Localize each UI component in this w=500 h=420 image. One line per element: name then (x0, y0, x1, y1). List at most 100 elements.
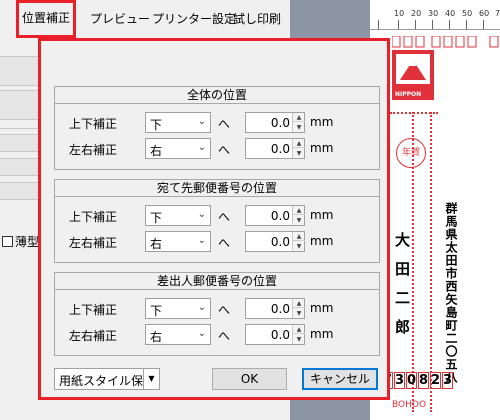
unit-label: mm (310, 234, 334, 248)
left-panel-button[interactable] (0, 90, 40, 120)
spin-down-icon[interactable]: ▼ (293, 123, 305, 132)
ruler-number: 40 (445, 9, 456, 18)
chevron-down-icon: ⌄ (197, 302, 206, 313)
spin-down-icon[interactable]: ▼ (293, 216, 305, 225)
unit-label: mm (310, 141, 334, 155)
row-label: 上下補正 (69, 117, 118, 131)
vertical-correction-row: 上下補正 下 ⌄ へ 0.0 ▲ ▼ mm (55, 204, 381, 228)
dropdown-arrow-icon[interactable]: ▼ (143, 369, 159, 389)
ruler-number: 70 (495, 9, 500, 18)
offset-spinbox[interactable]: 0.0 ▲ ▼ (245, 138, 305, 159)
chevron-down-icon: ⌄ (197, 142, 206, 153)
offset-value: 0.0 (270, 328, 290, 342)
spin-up-icon[interactable]: ▲ (293, 325, 305, 334)
nenga-mark: 年賀 (396, 138, 426, 168)
overall-position-group: 全体の位置 上下補正 下 ⌄ へ 0.0 ▲ ▼ mm 左右補正 右 ⌄ へ 0… (54, 86, 380, 170)
ruler-tick (483, 20, 484, 29)
ok-button[interactable]: OK (212, 368, 287, 390)
direction-select[interactable]: 下 ⌄ (145, 112, 211, 133)
group-title: 全体の位置 (54, 86, 380, 104)
zip-digit: 3 (442, 372, 454, 389)
direction-select[interactable]: 右 ⌄ (145, 231, 211, 252)
ruler-tick (415, 20, 416, 29)
chevron-down-icon: ⌄ (197, 209, 206, 220)
spin-up-icon[interactable]: ▲ (293, 139, 305, 148)
left-panel-button[interactable] (0, 134, 40, 152)
position-correction-dialog: 全体の位置 上下補正 下 ⌄ へ 0.0 ▲ ▼ mm 左右補正 右 ⌄ へ 0… (38, 38, 390, 400)
direction-value: 右 (150, 330, 163, 344)
spin-up-icon[interactable]: ▲ (293, 206, 305, 215)
ruler-number: 30 (428, 9, 439, 18)
menu-test-print[interactable]: 試し印刷 (233, 0, 281, 38)
menu-preview[interactable]: プレビュー (90, 0, 150, 38)
ruler-tick (398, 20, 399, 29)
chevron-down-icon: ⌄ (197, 328, 206, 339)
horizontal-correction-row: 左右補正 右 ⌄ へ 0.0 ▲ ▼ mm (55, 137, 381, 161)
spin-buttons: ▲ ▼ (292, 113, 305, 132)
zip-digit: 8 (418, 372, 430, 389)
spin-down-icon[interactable]: ▼ (293, 149, 305, 158)
menu-printer-settings[interactable]: プリンター設定 (152, 0, 236, 38)
direction-glyph: へ (218, 329, 231, 343)
ruler-number: 60 (479, 9, 490, 18)
bottom-print-text: BOHOO (392, 400, 427, 410)
ruler-tick (432, 20, 433, 29)
ruler-tick (466, 20, 467, 29)
vertical-correction-row: 上下補正 下 ⌄ へ 0.0 ▲ ▼ mm (55, 111, 381, 135)
direction-select[interactable]: 右 ⌄ (145, 324, 211, 345)
save-paper-style-button[interactable]: 用紙スタイル保存 ▼ (54, 368, 160, 390)
postage-stamp: NIPPON (392, 50, 434, 100)
offset-spinbox[interactable]: 0.0 ▲ ▼ (245, 205, 305, 226)
ruler-tick (378, 20, 379, 29)
recipient-zip-position-group: 宛て先郵便番号の位置 上下補正 下 ⌄ へ 0.0 ▲ ▼ mm 左右補正 右 … (54, 179, 380, 263)
stamp-text: NIPPON (395, 91, 422, 98)
ruler-number: 20 (411, 9, 422, 18)
offset-spinbox[interactable]: 0.0 ▲ ▼ (245, 112, 305, 133)
mount-fuji-icon (400, 60, 426, 80)
ruler-tick (449, 20, 450, 29)
zip-code-frame (391, 35, 500, 51)
spin-buttons: ▲ ▼ (292, 299, 305, 318)
thin-checkbox-label: 薄型 (15, 235, 40, 249)
cancel-button[interactable]: キャンセル (302, 368, 378, 390)
direction-glyph: へ (218, 236, 231, 250)
offset-spinbox[interactable]: 0.0 ▲ ▼ (245, 324, 305, 345)
spin-down-icon[interactable]: ▼ (293, 309, 305, 318)
recipient-name: 大田二郎 (393, 232, 422, 348)
red-guide-line (430, 112, 432, 412)
offset-spinbox[interactable]: 0.0 ▲ ▼ (245, 231, 305, 252)
direction-value: 下 (150, 118, 163, 132)
horizontal-correction-row: 左右補正 右 ⌄ へ 0.0 ▲ ▼ mm (55, 323, 381, 347)
divider (0, 128, 40, 129)
direction-select[interactable]: 右 ⌄ (145, 138, 211, 159)
horizontal-correction-row: 左右補正 右 ⌄ へ 0.0 ▲ ▼ mm (55, 230, 381, 254)
menu-position-correction[interactable]: 位置補正 (16, 0, 77, 38)
direction-value: 下 (150, 211, 163, 225)
offset-spinbox[interactable]: 0.0 ▲ ▼ (245, 298, 305, 319)
recipient-address: 群馬県太田市西矢島町二〇五八 (444, 202, 458, 384)
stamp-image (396, 54, 430, 84)
left-panel-button[interactable] (0, 182, 40, 200)
save-paper-style-label: 用紙スタイル保存 (59, 374, 156, 388)
offset-value: 0.0 (270, 142, 290, 156)
thin-checkbox[interactable]: 薄型 (2, 233, 39, 250)
left-panel-button[interactable] (0, 56, 40, 86)
direction-glyph: へ (218, 117, 231, 131)
spin-up-icon[interactable]: ▲ (293, 113, 305, 122)
direction-select[interactable]: 下 ⌄ (145, 205, 211, 226)
spin-down-icon[interactable]: ▼ (293, 242, 305, 251)
direction-glyph: へ (218, 303, 231, 317)
row-label: 左右補正 (69, 236, 118, 250)
spin-buttons: ▲ ▼ (292, 232, 305, 251)
menu-bar: 位置補正 プレビュー プリンター設定 試し印刷 (0, 0, 290, 38)
spin-up-icon[interactable]: ▲ (293, 299, 305, 308)
zip-digit: 3 (394, 372, 406, 389)
checkbox-box[interactable] (2, 236, 13, 247)
spin-down-icon[interactable]: ▼ (293, 335, 305, 344)
spin-up-icon[interactable]: ▲ (293, 232, 305, 241)
zip-digit: 0 (406, 372, 418, 389)
row-label: 左右補正 (69, 329, 118, 343)
direction-select[interactable]: 下 ⌄ (145, 298, 211, 319)
zip-code-boxes (391, 35, 499, 48)
left-panel-button[interactable] (0, 158, 40, 176)
